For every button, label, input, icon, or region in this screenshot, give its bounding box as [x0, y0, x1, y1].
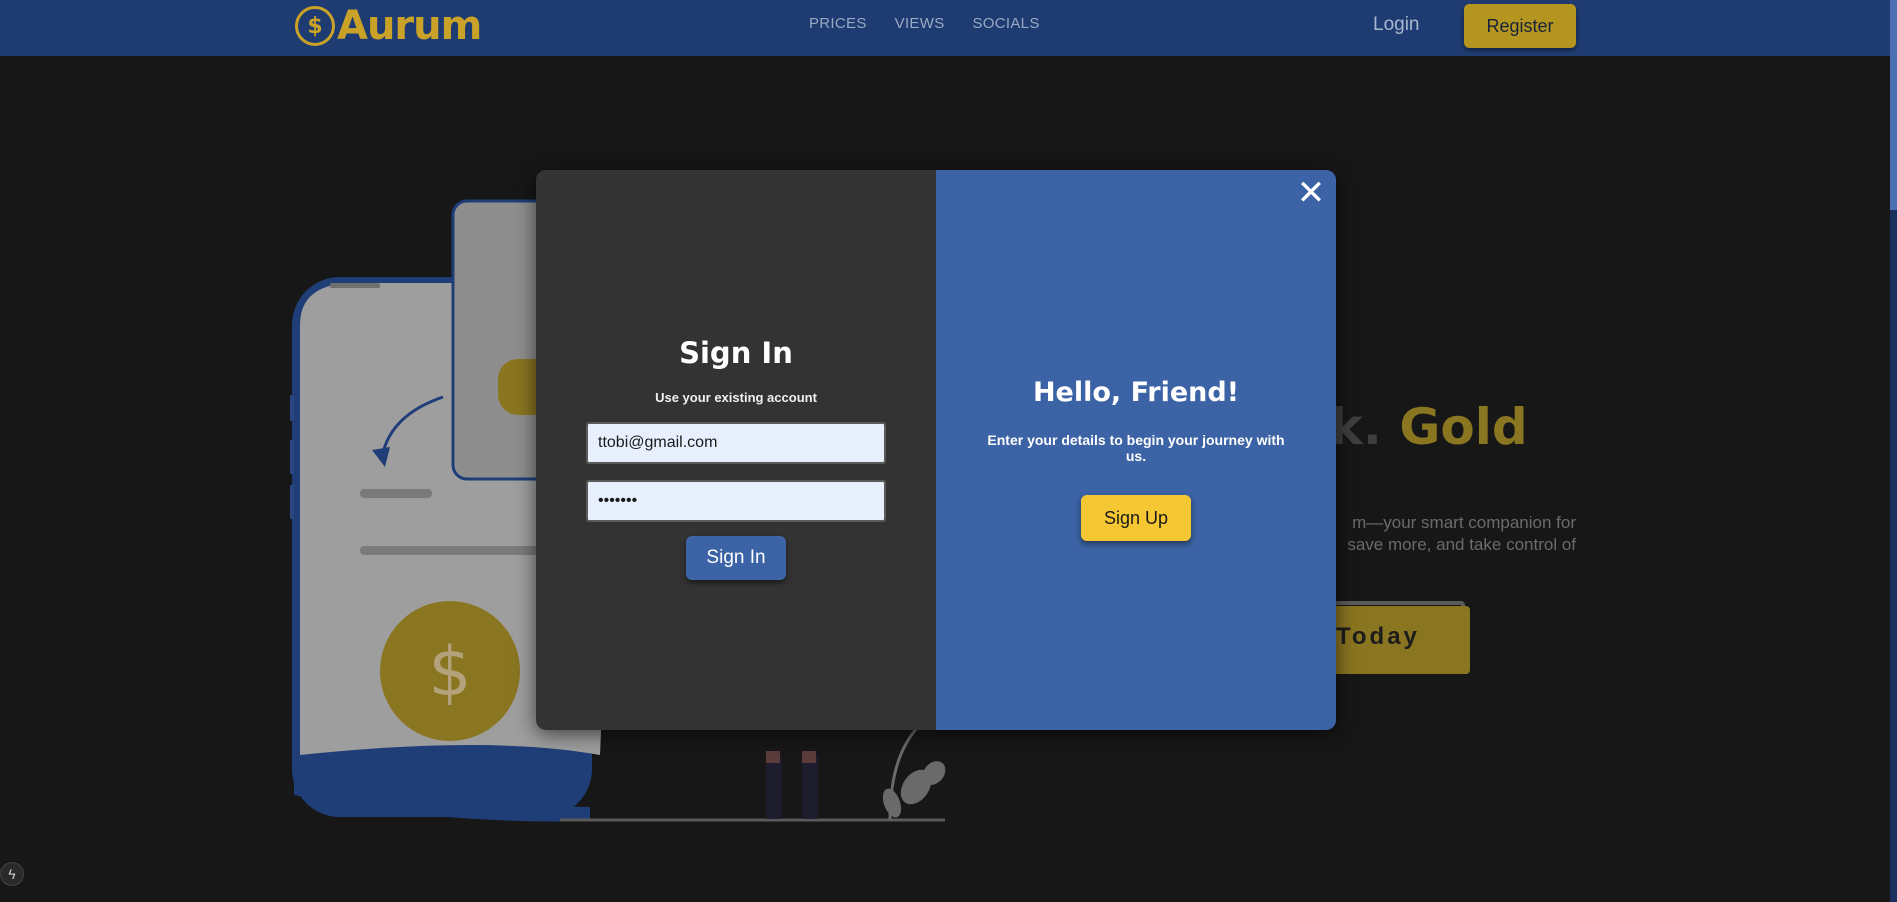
- signin-button[interactable]: Sign In: [686, 536, 786, 580]
- brand-name: Aurum: [337, 3, 482, 49]
- signup-panel: ✕ Hello, Friend! Enter your details to b…: [936, 170, 1336, 730]
- register-button[interactable]: Register: [1464, 4, 1576, 48]
- nav-link-prices[interactable]: PRICES: [809, 15, 867, 32]
- signup-subtitle: Enter your details to begin your journey…: [987, 432, 1285, 464]
- hero-description-line-2: save more, and take control of: [1347, 535, 1576, 554]
- hero-description-line-1: m—your smart companion for: [1352, 513, 1576, 532]
- lightning-icon[interactable]: ϟ: [0, 862, 24, 886]
- nav-links: PRICES VIEWS SOCIALS: [809, 15, 1040, 32]
- signin-subtitle: Use your existing account: [655, 390, 817, 405]
- login-link[interactable]: Login: [1373, 14, 1420, 36]
- signup-title: Hello, Friend!: [1032, 377, 1240, 408]
- password-field[interactable]: [586, 480, 886, 522]
- nav-link-views[interactable]: VIEWS: [895, 15, 945, 32]
- auth-modal: Sign In Use your existing account Sign I…: [536, 170, 1336, 730]
- top-navbar: $ Aurum PRICES VIEWS SOCIALS Login Regis…: [0, 0, 1890, 56]
- hero-heading-gold: Gold: [1399, 398, 1528, 456]
- dollar-coin-symbol: $: [428, 633, 471, 712]
- coin-logo-icon: $: [295, 6, 335, 46]
- signup-button[interactable]: Sign Up: [1081, 495, 1191, 541]
- nav-link-socials[interactable]: SOCIALS: [973, 15, 1040, 32]
- email-field[interactable]: [586, 422, 886, 464]
- hero-cta-button[interactable]: Today: [1316, 606, 1470, 674]
- close-icon[interactable]: ✕: [1296, 176, 1326, 210]
- brand-logo[interactable]: $ Aurum: [295, 3, 482, 49]
- signin-panel: Sign In Use your existing account Sign I…: [536, 170, 936, 730]
- hero-description: m—your smart companion for save more, an…: [1320, 512, 1576, 556]
- page-scrollbar-thumb[interactable]: [1890, 0, 1897, 210]
- signin-title: Sign In: [679, 336, 793, 370]
